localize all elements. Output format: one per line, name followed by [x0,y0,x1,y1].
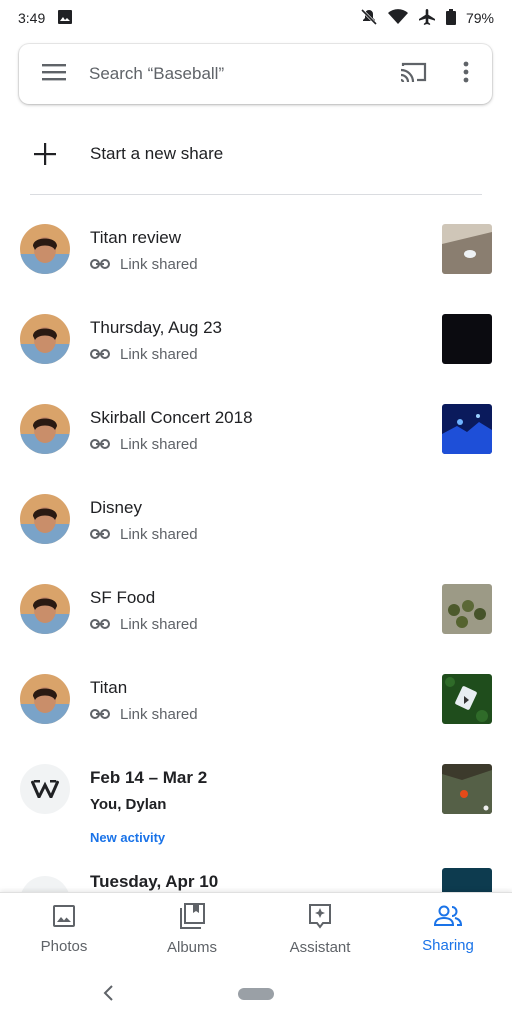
share-subtitle: Link shared [90,436,198,453]
menu-button[interactable] [19,44,89,104]
share-subtitle: Link shared [90,256,198,273]
nav-photos[interactable]: Photos [0,893,128,965]
link-shared-label: Link shared [120,706,198,723]
album-thumbnail [442,868,492,892]
cast-button[interactable] [388,44,440,104]
nav-sharing[interactable]: Sharing [384,893,512,965]
album-thumbnail [442,674,492,724]
battery-icon [445,8,456,28]
search-input[interactable]: Search “Baseball” [89,64,388,84]
link-icon [90,526,110,543]
avatar [20,224,70,274]
link-icon [90,706,110,723]
nav-assistant[interactable]: Assistant [256,893,384,965]
list-item[interactable]: SF Food Link shared [0,560,512,650]
nav-assistant-label: Assistant [289,938,351,956]
link-icon [90,346,110,363]
share-title: Disney [90,498,142,517]
share-title: Titan [90,678,128,697]
nav-albums-label: Albums [166,938,218,956]
avatar [20,674,70,724]
avatar [20,494,70,544]
album-thumbnail [442,764,492,814]
share-title: Tuesday, Apr 10 [90,872,219,891]
link-shared-label: Link shared [120,256,198,273]
search-bar[interactable]: Search “Baseball” [19,44,492,104]
list-item[interactable]: Titan review Link shared [0,200,512,290]
people-icon [433,905,463,931]
albums-icon [179,902,205,933]
battery-level: 79% [465,10,494,26]
new-activity-label: New activity [90,830,166,845]
w-avatar-icon [20,764,70,814]
link-shared-label: Link shared [120,616,198,633]
nav-sharing-label: Sharing [422,936,474,954]
link-icon [90,256,110,273]
status-bar: 3:49 79% [0,0,512,36]
image-icon [57,9,73,28]
share-title: Skirball Concert 2018 [90,408,253,427]
nav-photos-label: Photos [40,937,88,955]
avatar [20,584,70,634]
share-subtitle: Link shared [90,706,198,723]
start-new-share-label: Start a new share [90,144,224,163]
album-thumbnail [442,224,492,274]
share-subtitle: Link shared [90,346,198,363]
link-shared-label: Link shared [120,526,198,543]
link-shared-label: Link shared [120,436,198,453]
list-item[interactable]: Skirball Concert 2018 Link shared [0,380,512,470]
share-list[interactable]: Titan review Link shared Thursday, Aug 2… [0,200,512,892]
avatar [20,404,70,454]
start-new-share-button[interactable]: Start a new share [0,128,512,180]
system-navigation-bar [0,964,512,1024]
list-item[interactable]: Feb 14 – Mar 2 You, Dylan New activity [0,740,512,860]
w-avatar-icon [20,876,70,892]
avatar [20,314,70,364]
menu-icon [42,63,66,86]
status-time: 3:49 [18,10,46,26]
assistant-icon [308,903,332,933]
list-item[interactable]: Disney Link shared [0,470,512,560]
album-thumbnail [442,404,492,454]
plus-icon [0,143,90,165]
notifications-off-icon [360,8,378,29]
link-icon [90,436,110,453]
divider [30,194,482,195]
wifi-icon [387,8,408,28]
album-thumbnail [442,314,492,364]
more-options-button[interactable] [440,44,492,104]
bottom-navigation: Photos Albums Assistant Sharing [0,892,512,965]
list-item[interactable]: Titan Link shared [0,650,512,740]
photos-icon [52,904,76,932]
airplane-icon [418,8,436,29]
share-subtitle: Link shared [90,616,198,633]
cast-icon [400,61,428,88]
more-vert-icon [463,61,469,88]
link-shared-label: Link shared [120,346,198,363]
share-title: Titan review [90,228,182,247]
chevron-left-icon[interactable] [102,984,114,1007]
list-item[interactable]: Tuesday, Apr 10 [0,860,512,892]
share-title: Thursday, Aug 23 [90,318,222,337]
album-thumbnail [442,584,492,634]
home-pill[interactable] [238,988,274,1000]
share-subtitle: You, Dylan [90,796,167,813]
share-title: SF Food [90,588,156,607]
list-item[interactable]: Thursday, Aug 23 Link shared [0,290,512,380]
share-subtitle: Link shared [90,526,198,543]
share-title: Feb 14 – Mar 2 [90,768,208,787]
link-icon [90,616,110,633]
nav-albums[interactable]: Albums [128,893,256,965]
